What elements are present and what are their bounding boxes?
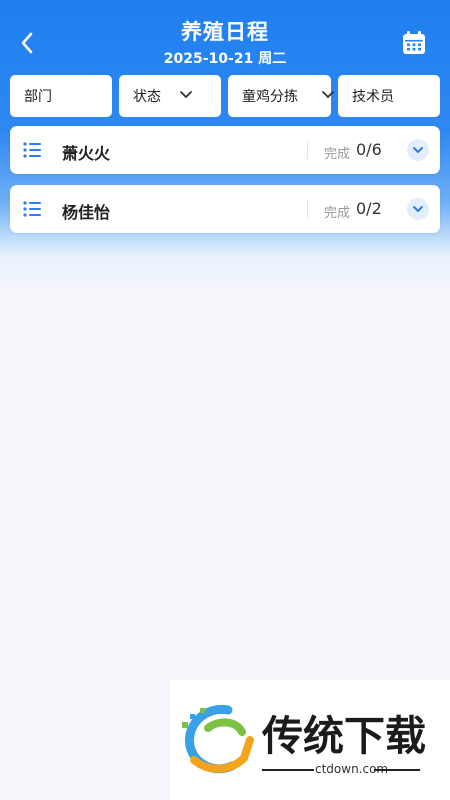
watermark-url: ctdown.com [315,762,389,776]
technician-card[interactable]: 萧火火 完成 0/6 [10,126,440,174]
filter-status[interactable]: 状态 [119,75,221,117]
filter-bar: 部门 状态 童鸡分拣 技术员 [10,75,440,117]
filter-department-label: 部门 [24,89,52,105]
filter-department[interactable]: 部门 [10,75,112,117]
chevron-down-icon [322,91,334,98]
chevron-down-icon [413,206,423,212]
calendar-button[interactable] [401,30,427,56]
chevron-down-icon [180,91,192,98]
filter-technician[interactable]: 技术员 [338,75,440,117]
filter-technician-label: 技术员 [352,89,394,105]
watermark-brand: 传统下载 [262,712,426,760]
app-header: 养殖日程 2025-10-21 周二 [0,0,450,72]
status-label: 完成 [324,206,351,221]
task-progress: 0/6 [356,140,382,159]
technician-name: 萧火火 [62,144,111,163]
calendar-icon [403,31,425,54]
page-title: 养殖日程 [181,20,269,44]
divider [307,200,308,218]
filter-task-type[interactable]: 童鸡分拣 [228,75,334,117]
list-icon [23,201,41,217]
divider [374,769,420,771]
chevron-down-icon [413,147,423,153]
filter-task-type-label: 童鸡分拣 [242,89,298,105]
divider [307,141,308,159]
task-progress: 0/2 [356,199,382,218]
technician-card[interactable]: 杨佳怡 完成 0/2 [10,185,440,233]
expand-button[interactable] [407,139,429,161]
watermark: 传统下载 ctdown.com [170,680,450,800]
list-icon [23,142,41,158]
expand-button[interactable] [407,198,429,220]
divider [262,769,314,771]
status-label: 完成 [324,147,351,162]
schedule-date: 2025-10-21 周二 [163,51,287,67]
filter-status-label: 状态 [133,89,161,105]
technician-name: 杨佳怡 [62,203,111,222]
ctdown-logo-icon [182,704,254,774]
